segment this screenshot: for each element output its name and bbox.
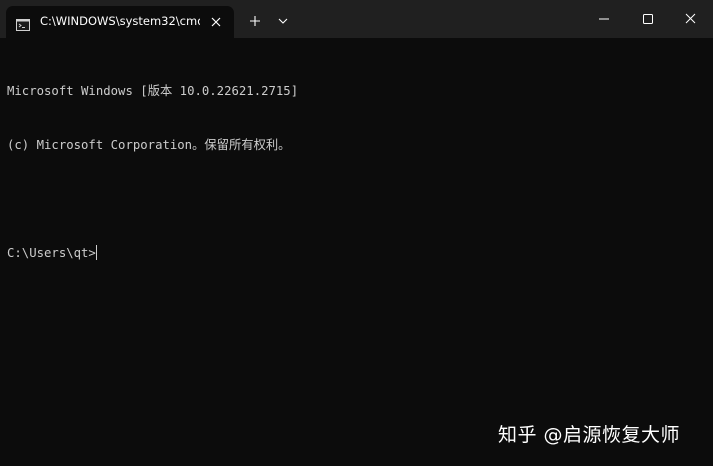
plus-icon[interactable]: [243, 9, 267, 33]
chevron-down-icon[interactable]: [271, 9, 295, 33]
console-output[interactable]: Microsoft Windows [版本 10.0.22621.2715] (…: [7, 46, 707, 298]
title-bar[interactable]: C:\WINDOWS\system32\cmd.: [0, 0, 713, 38]
terminal-window: C:\WINDOWS\system32\cmd. Microsoft Windo…: [0, 0, 713, 466]
tab-title: C:\WINDOWS\system32\cmd.: [40, 14, 200, 28]
tab-cmd[interactable]: C:\WINDOWS\system32\cmd.: [6, 6, 234, 38]
minimize-icon[interactable]: [581, 0, 627, 38]
console-line: Microsoft Windows [版本 10.0.22621.2715]: [7, 84, 299, 98]
close-icon[interactable]: [206, 12, 226, 32]
console-line: (c) Microsoft Corporation。保留所有权利。: [7, 138, 291, 152]
text-cursor: [95, 245, 97, 260]
prompt-text: C:\Users\qt>: [7, 246, 96, 260]
watermark: 知乎 @启源恢复大师: [498, 424, 681, 446]
command-prompt[interactable]: C:\Users\qt>: [7, 244, 707, 262]
close-icon[interactable]: [667, 0, 713, 38]
cmd-icon: [16, 16, 30, 31]
